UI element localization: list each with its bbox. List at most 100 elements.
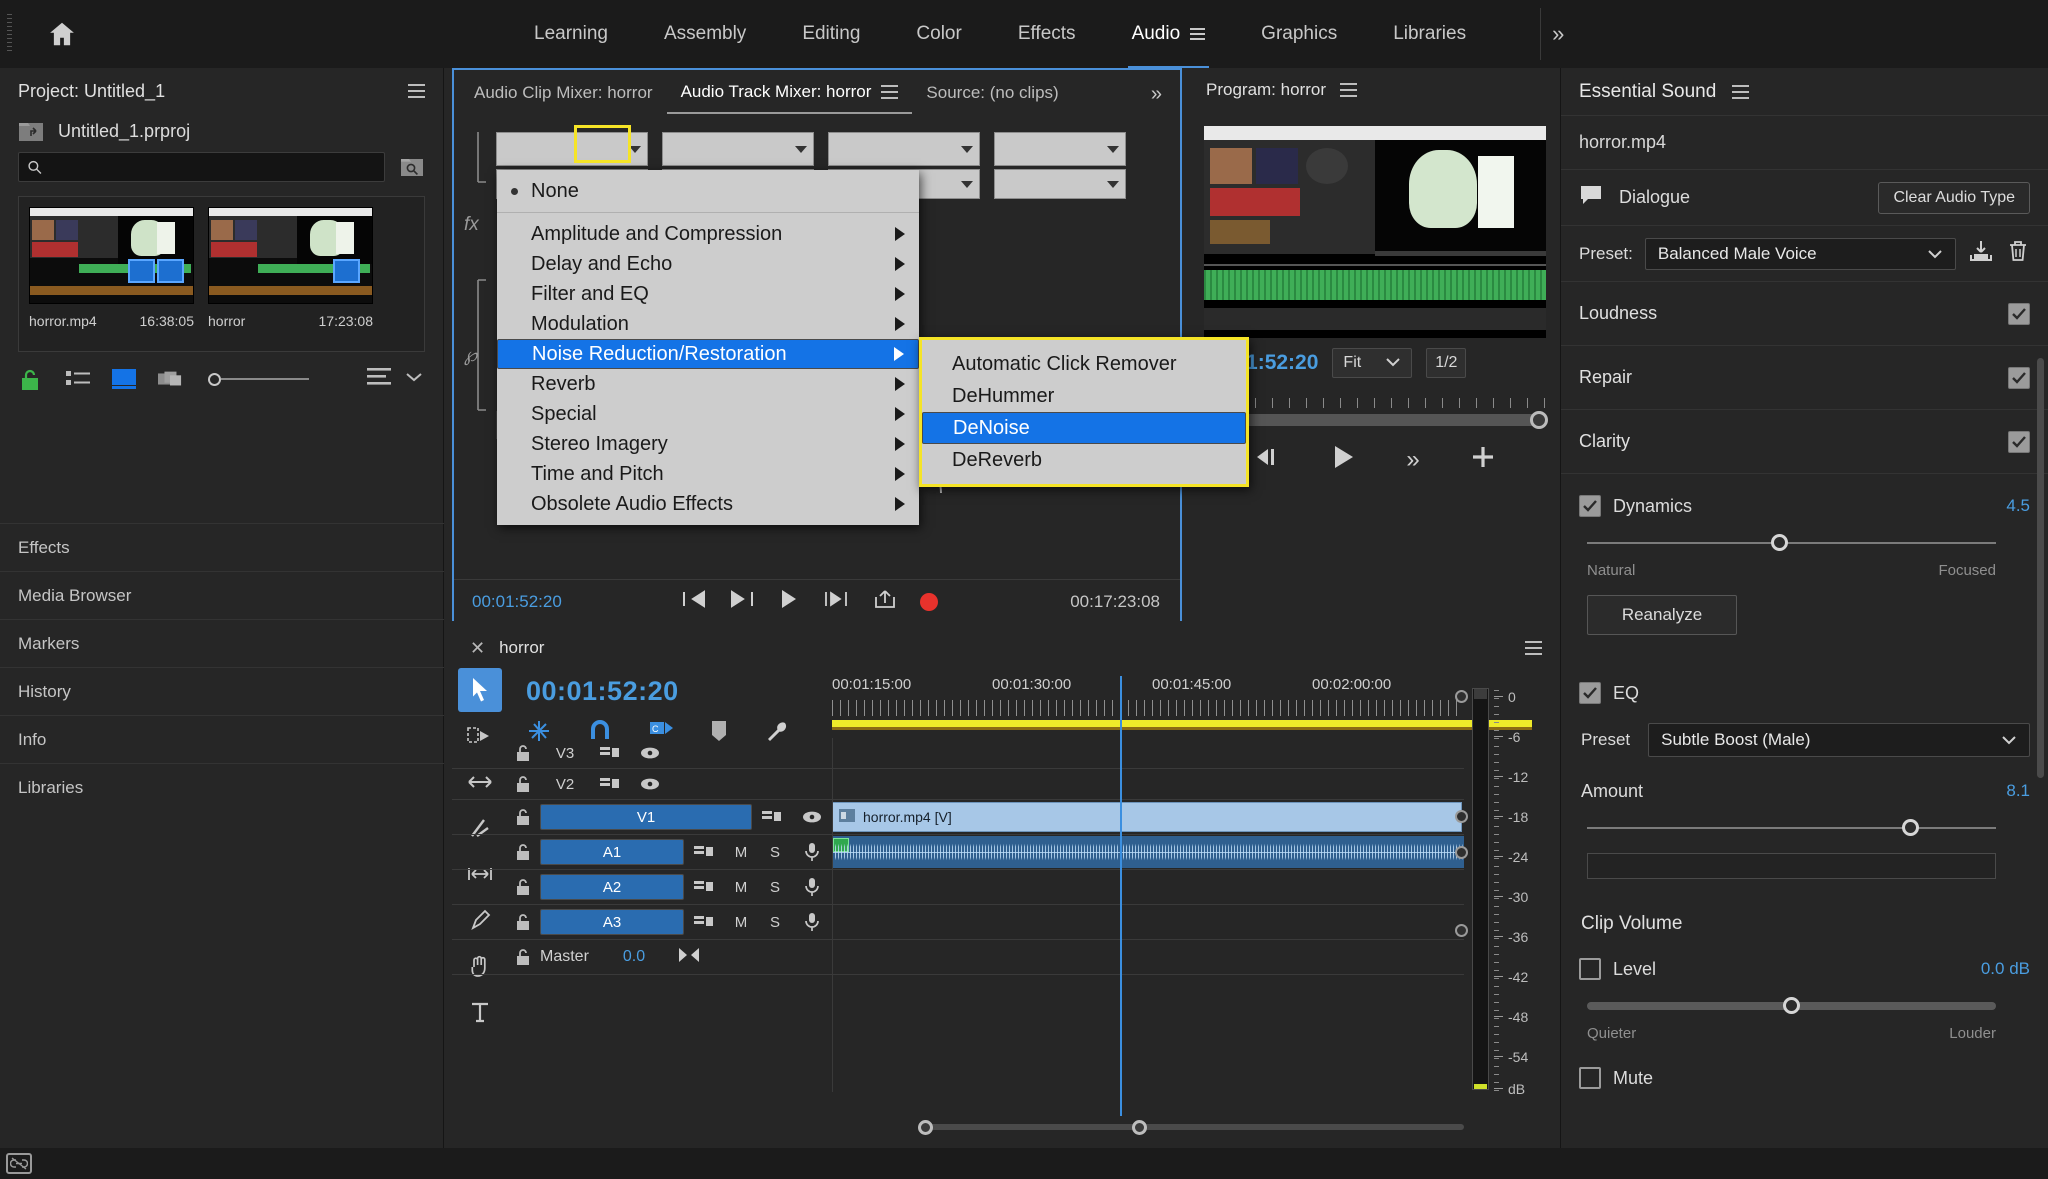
repair-checkbox[interactable] bbox=[2008, 366, 2030, 389]
level-value[interactable]: 0.0 dB bbox=[1981, 959, 2030, 979]
mixer-overflow-icon[interactable]: » bbox=[1151, 83, 1174, 114]
dynamics-slider[interactable] bbox=[1587, 532, 1996, 554]
mute-button-a2[interactable]: M bbox=[724, 879, 758, 896]
essential-sound-menu-icon[interactable] bbox=[1732, 84, 1750, 99]
delete-preset-icon[interactable] bbox=[2006, 239, 2030, 268]
home-icon[interactable] bbox=[38, 11, 86, 57]
work-area-bar[interactable] bbox=[832, 720, 1532, 727]
submenu-item-automatic-click-remover[interactable]: Automatic Click Remover bbox=[922, 348, 1246, 380]
close-icon[interactable]: ✕ bbox=[470, 638, 485, 659]
eq-preset-select[interactable]: Subtle Boost (Male) bbox=[1648, 723, 2030, 757]
sidebar-item-effects[interactable]: Effects bbox=[0, 523, 444, 571]
zoom-slider-knob[interactable] bbox=[208, 372, 221, 386]
mixer-in-timecode[interactable]: 00:01:52:20 bbox=[472, 592, 562, 612]
track-name-a2[interactable]: A2 bbox=[540, 874, 684, 900]
workspace-tab-audio[interactable]: Audio bbox=[1104, 0, 1234, 68]
timeline-playhead[interactable] bbox=[1120, 676, 1122, 1116]
dynamics-slider-knob[interactable] bbox=[1771, 534, 1789, 551]
track-lane-a2[interactable] bbox=[832, 870, 1464, 904]
menu-item-noise-reduction-restoration[interactable]: Noise Reduction/Restoration bbox=[497, 339, 919, 369]
sort-icon[interactable] bbox=[367, 368, 391, 390]
sidebar-item-media-browser[interactable]: Media Browser bbox=[0, 571, 444, 619]
track-name-v1[interactable]: V1 bbox=[540, 804, 752, 830]
eq-graph-box[interactable] bbox=[1587, 853, 1996, 879]
voiceover-record-icon[interactable] bbox=[792, 877, 832, 897]
workspace-overflow-icon[interactable]: » bbox=[1534, 21, 1582, 47]
tab-audio-clip-mixer[interactable]: Audio Clip Mixer: horror bbox=[460, 72, 667, 114]
table-row[interactable]: A3 M S bbox=[452, 905, 1464, 940]
track-lane-master[interactable] bbox=[832, 940, 1464, 974]
submenu-item-dereverb[interactable]: DeReverb bbox=[922, 444, 1246, 476]
fx-slot-1[interactable] bbox=[662, 132, 814, 166]
lock-icon[interactable] bbox=[506, 913, 540, 931]
fx-slot-1[interactable] bbox=[994, 132, 1126, 166]
icon-view-icon[interactable] bbox=[112, 368, 136, 390]
mute-button-a3[interactable]: M bbox=[724, 914, 758, 931]
voiceover-record-icon[interactable] bbox=[792, 842, 832, 862]
track-target-icon[interactable] bbox=[684, 914, 724, 930]
clear-audio-type-button[interactable]: Clear Audio Type bbox=[1878, 181, 2030, 214]
level-checkbox[interactable] bbox=[1579, 958, 1601, 980]
track-name-a1[interactable]: A1 bbox=[540, 839, 684, 865]
fx-slot-1[interactable] bbox=[828, 132, 980, 166]
timeline-ruler[interactable]: 00:01:15:00 00:01:30:00 00:01:45:00 00:0… bbox=[832, 676, 1464, 720]
sidebar-item-markers[interactable]: Markers bbox=[0, 619, 444, 667]
bin-item-horror-sequence[interactable]: horror 17:23:08 bbox=[208, 207, 373, 341]
project-panel-menu-icon[interactable] bbox=[408, 84, 425, 98]
dynamics-checkbox[interactable] bbox=[1579, 495, 1601, 517]
selection-tool[interactable] bbox=[458, 668, 502, 712]
solo-button-a2[interactable]: S bbox=[758, 879, 792, 896]
lock-icon[interactable] bbox=[506, 948, 540, 966]
workspace-tab-assembly[interactable]: Assembly bbox=[636, 0, 774, 68]
search-input[interactable] bbox=[48, 158, 376, 176]
menu-item-filter-and-eq[interactable]: Filter and EQ bbox=[497, 279, 919, 309]
sidebar-item-info[interactable]: Info bbox=[0, 715, 444, 763]
timeline-panel-menu-icon[interactable] bbox=[1525, 641, 1542, 655]
play-icon[interactable] bbox=[1332, 444, 1356, 475]
voiceover-record-icon[interactable] bbox=[792, 912, 832, 932]
save-preset-icon[interactable] bbox=[1968, 239, 1994, 268]
loudness-checkbox[interactable] bbox=[2008, 302, 2030, 325]
lock-icon[interactable] bbox=[506, 775, 540, 793]
workspace-tab-effects[interactable]: Effects bbox=[990, 0, 1104, 68]
submenu-item-dehummer[interactable]: DeHummer bbox=[922, 380, 1246, 412]
search-input-wrapper[interactable] bbox=[18, 152, 385, 182]
menu-item-reverb[interactable]: Reverb bbox=[497, 369, 919, 399]
track-keyframe-dot[interactable] bbox=[1455, 924, 1468, 937]
track-lane-v3[interactable] bbox=[832, 738, 1464, 768]
mixer-out-timecode[interactable]: 00:17:23:08 bbox=[1070, 592, 1160, 612]
track-visibility-icon[interactable] bbox=[792, 810, 832, 824]
step-back-icon[interactable] bbox=[1254, 446, 1282, 473]
level-slider-knob[interactable] bbox=[1783, 997, 1801, 1014]
preset-select[interactable]: Balanced Male Voice bbox=[1644, 237, 1956, 270]
table-row[interactable]: A1 M S bbox=[452, 835, 1464, 870]
lock-icon[interactable] bbox=[506, 843, 540, 861]
mixer-panel-menu-icon[interactable] bbox=[881, 85, 899, 99]
go-to-out-icon[interactable] bbox=[730, 590, 756, 613]
audio-clip-a1[interactable] bbox=[832, 836, 1464, 868]
dynamics-value[interactable]: 4.5 bbox=[2006, 496, 2030, 516]
thumbnail-zoom-slider[interactable] bbox=[208, 372, 309, 386]
project-file-row[interactable]: Untitled_1.prproj bbox=[0, 114, 443, 152]
more-tools-icon[interactable]: » bbox=[1406, 446, 1419, 474]
track-lane-a3[interactable] bbox=[832, 905, 1464, 939]
menu-item-stereo-imagery[interactable]: Stereo Imagery bbox=[497, 429, 919, 459]
track-keyframe-dot[interactable] bbox=[1455, 810, 1468, 823]
workspace-tab-learning[interactable]: Learning bbox=[506, 0, 636, 68]
menu-item-modulation[interactable]: Modulation bbox=[497, 309, 919, 339]
track-name-v2[interactable]: V2 bbox=[540, 771, 590, 797]
workspace-tab-libraries[interactable]: Libraries bbox=[1365, 0, 1494, 68]
scrollbar-right-handle[interactable] bbox=[1132, 1120, 1147, 1135]
eq-checkbox[interactable] bbox=[1579, 682, 1601, 704]
submenu-item-denoise[interactable]: DeNoise bbox=[922, 412, 1246, 444]
export-icon[interactable] bbox=[874, 589, 896, 614]
table-row[interactable]: V1 horror.mp4 [V] bbox=[452, 800, 1464, 835]
add-button-icon[interactable] bbox=[1470, 444, 1496, 475]
track-target-icon[interactable] bbox=[590, 745, 630, 761]
track-target-icon[interactable] bbox=[752, 809, 792, 825]
track-target-icon[interactable] bbox=[684, 844, 724, 860]
play-icon[interactable] bbox=[780, 589, 798, 614]
workspace-tab-color[interactable]: Color bbox=[888, 0, 989, 68]
workspace-tab-editing[interactable]: Editing bbox=[774, 0, 888, 68]
freeform-view-icon[interactable] bbox=[158, 368, 182, 390]
